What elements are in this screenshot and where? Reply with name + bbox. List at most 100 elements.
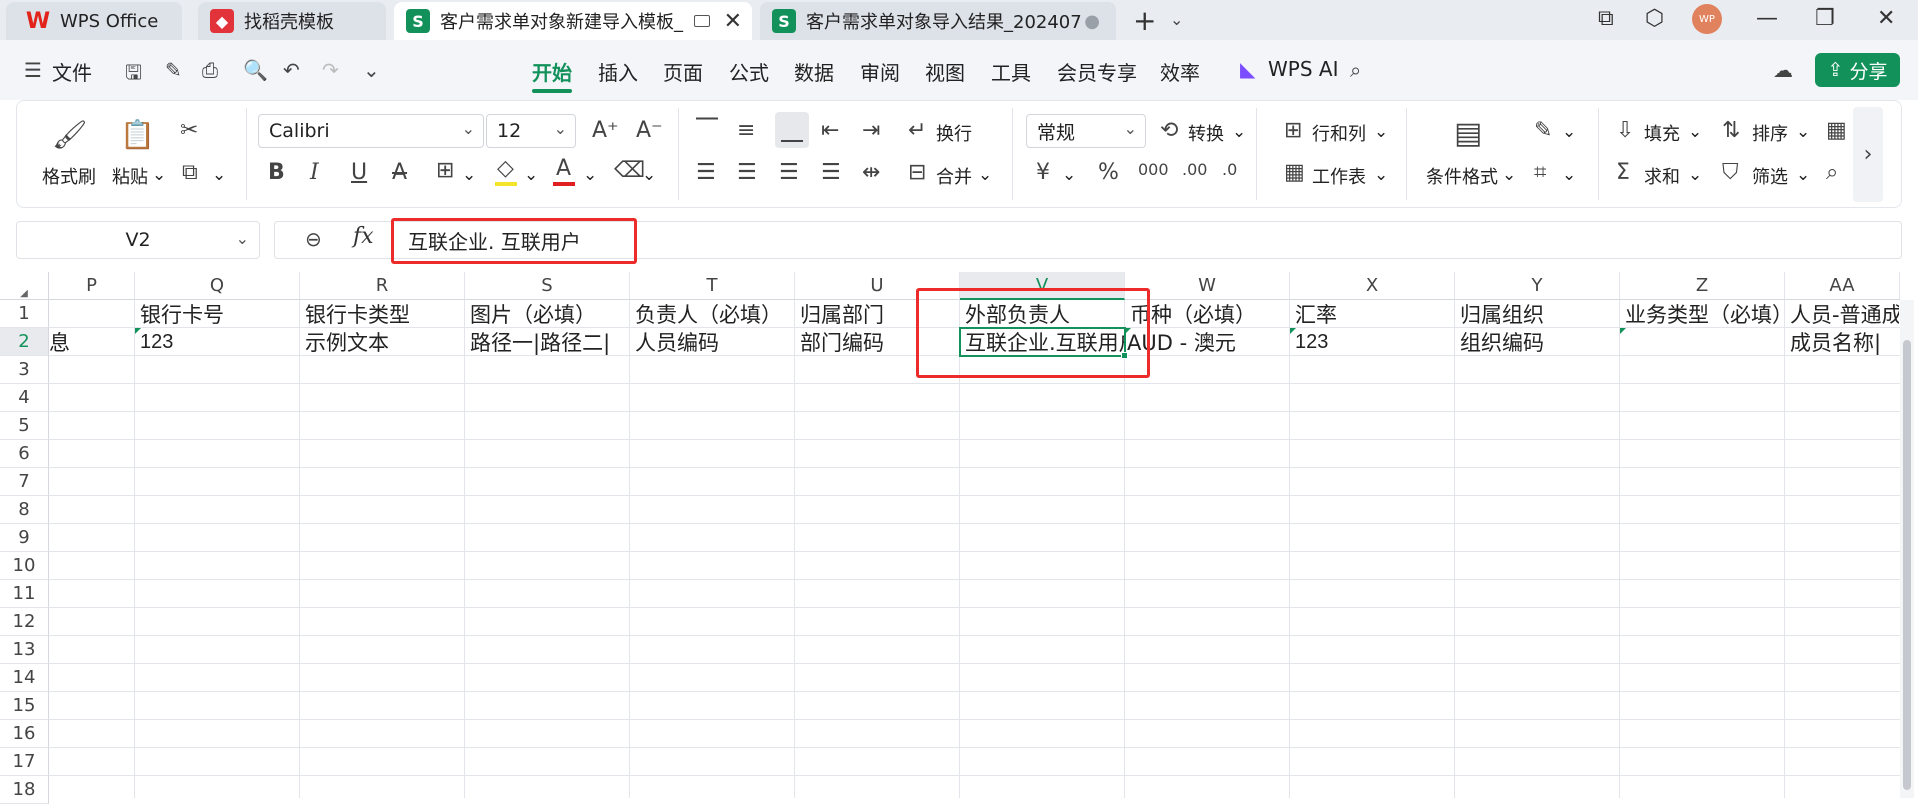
cell-X2[interactable]: 123 bbox=[1290, 328, 1454, 356]
cell-Q1[interactable]: 银行卡号 bbox=[135, 300, 299, 328]
convert-icon[interactable]: ⟲ bbox=[1160, 118, 1178, 143]
conditional-format-icon[interactable]: ▤ bbox=[1454, 116, 1482, 151]
cube-icon[interactable]: ⬡ bbox=[1645, 6, 1664, 31]
cell-AA1[interactable]: 人员-普通成 bbox=[1785, 300, 1899, 328]
fill-icon[interactable]: ⇩ bbox=[1616, 118, 1634, 143]
align-center-icon[interactable]: ☰ bbox=[737, 160, 757, 185]
column-header-Q[interactable]: Q bbox=[135, 272, 300, 300]
search-icon[interactable]: ⌕ bbox=[1350, 58, 1361, 82]
column-header-P[interactable]: P bbox=[49, 272, 135, 300]
find-icon[interactable]: ⌕ bbox=[1826, 160, 1838, 185]
cell-P2[interactable]: 息 bbox=[49, 328, 134, 356]
merge-label[interactable]: 合并 bbox=[936, 163, 972, 189]
scrollbar-thumb[interactable] bbox=[1903, 340, 1911, 790]
paste-chevron-icon[interactable]: ⌄ bbox=[152, 165, 166, 185]
decrease-indent-icon[interactable]: ⇤ bbox=[821, 118, 839, 143]
tab-dot-icon[interactable]: ● bbox=[1084, 11, 1100, 32]
chevron-down-icon[interactable]: ⌄ bbox=[1170, 10, 1183, 29]
save-icon[interactable]: 🖫 bbox=[125, 58, 142, 92]
edit-icon[interactable]: ✎ bbox=[165, 58, 182, 82]
convert-label[interactable]: 转换 bbox=[1188, 120, 1224, 146]
column-header-S[interactable]: S bbox=[465, 272, 630, 300]
select-all-corner[interactable]: ◢ bbox=[0, 272, 49, 300]
underline-icon[interactable]: U bbox=[351, 160, 367, 185]
row-header[interactable]: 18 bbox=[0, 776, 49, 804]
paste-label[interactable]: 粘贴 bbox=[112, 163, 148, 189]
menu-home[interactable]: 开始 bbox=[532, 57, 572, 86]
align-middle-icon[interactable]: ≡ bbox=[737, 118, 755, 143]
increase-font-icon[interactable]: A⁺ bbox=[592, 118, 619, 143]
menu-page[interactable]: 页面 bbox=[663, 57, 703, 86]
sum-chevron-icon[interactable]: ⌄ bbox=[1688, 165, 1702, 185]
worksheet-chevron-icon[interactable]: ⌄ bbox=[1374, 165, 1388, 185]
font-color-chevron-icon[interactable]: ⌄ bbox=[583, 165, 597, 185]
menu-formula[interactable]: 公式 bbox=[729, 57, 769, 86]
row-header[interactable]: 17 bbox=[0, 748, 49, 776]
menu-tools[interactable]: 工具 bbox=[991, 57, 1031, 86]
menu-view[interactable]: 视图 bbox=[925, 57, 965, 86]
tab-import-result[interactable]: S 客户需求单对象导入结果_202407 ● bbox=[760, 2, 1116, 40]
borders-icon[interactable]: ⊞ bbox=[436, 158, 454, 183]
menu-insert[interactable]: 插入 bbox=[598, 57, 638, 86]
avatar[interactable]: WP bbox=[1692, 4, 1722, 34]
italic-icon[interactable]: I bbox=[310, 160, 319, 185]
menu-member[interactable]: 会员专享 bbox=[1057, 57, 1137, 86]
column-header-Z[interactable]: Z bbox=[1620, 272, 1785, 300]
number-format-select[interactable]: 常规 ⌄ bbox=[1026, 114, 1146, 148]
highlight-icon[interactable]: ◇ bbox=[497, 156, 514, 181]
currency-icon[interactable]: ¥ bbox=[1036, 160, 1050, 185]
worksheet-icon[interactable]: ▦ bbox=[1284, 160, 1305, 185]
align-right-icon[interactable]: ☰ bbox=[779, 160, 799, 185]
cell-Y2[interactable]: 组织编码 bbox=[1455, 328, 1619, 356]
row-header[interactable]: 6 bbox=[0, 440, 49, 468]
sum-icon[interactable]: Σ bbox=[1616, 160, 1630, 185]
tab-docer-templates[interactable]: ◆ 找稻壳模板 bbox=[198, 2, 386, 40]
bold-icon[interactable]: B bbox=[268, 160, 285, 185]
row-header[interactable]: 1 bbox=[0, 300, 49, 328]
row-header[interactable]: 3 bbox=[0, 356, 49, 384]
percent-icon[interactable]: % bbox=[1098, 160, 1119, 185]
cell-T1[interactable]: 负责人（必填） bbox=[630, 300, 794, 328]
borders-chevron-icon[interactable]: ⌄ bbox=[462, 165, 476, 185]
row-header[interactable]: 14 bbox=[0, 664, 49, 692]
thousands-icon[interactable]: 000 bbox=[1138, 160, 1169, 179]
cut-icon[interactable]: ✂ bbox=[180, 118, 198, 143]
more-chevron-icon[interactable]: ⌄ bbox=[363, 58, 380, 82]
name-box[interactable]: V2 ⌄ bbox=[16, 221, 260, 259]
row-header[interactable]: 4 bbox=[0, 384, 49, 412]
paste-icon[interactable]: 📋 bbox=[120, 118, 155, 151]
undo-icon[interactable]: ↶ bbox=[283, 58, 300, 82]
tab-import-template[interactable]: S 客户需求单对象新建导入模板_ ✕ bbox=[394, 2, 752, 40]
fill-label[interactable]: 填充 bbox=[1644, 120, 1680, 146]
convert-chevron-icon[interactable]: ⌄ bbox=[1232, 122, 1246, 142]
column-header-T[interactable]: T bbox=[630, 272, 795, 300]
fill-chevron-icon[interactable]: ⌄ bbox=[1688, 122, 1702, 142]
cell-Q2[interactable]: 123 bbox=[135, 328, 299, 356]
justify-icon[interactable]: ☰ bbox=[821, 160, 841, 185]
sort-icon[interactable]: ⇅ bbox=[1722, 118, 1740, 143]
merge-chevron-icon[interactable]: ⌄ bbox=[978, 165, 992, 185]
menu-review[interactable]: 审阅 bbox=[860, 57, 900, 86]
cell-R2[interactable]: 示例文本 bbox=[300, 328, 464, 356]
fx-icon[interactable]: fx bbox=[353, 224, 374, 249]
row-header[interactable]: 11 bbox=[0, 580, 49, 608]
row-header[interactable]: 10 bbox=[0, 552, 49, 580]
font-name-select[interactable]: Calibri ⌄ bbox=[258, 114, 484, 148]
increase-decimal-icon[interactable]: .00 bbox=[1182, 160, 1207, 179]
share-button[interactable]: ⇪ 分享 bbox=[1815, 53, 1900, 87]
clear-format-icon[interactable]: ⌫ bbox=[614, 158, 645, 183]
redo-icon[interactable]: ↷ bbox=[322, 58, 339, 82]
cell-T2[interactable]: 人员编码 bbox=[630, 328, 794, 356]
format-painter-icon[interactable]: 🖌 bbox=[52, 118, 88, 151]
zoom-icon[interactable]: ⊖ bbox=[305, 227, 322, 251]
increase-indent-icon[interactable]: ⇥ bbox=[862, 118, 880, 143]
cell-R1[interactable]: 银行卡类型 bbox=[300, 300, 464, 328]
merge-icon[interactable]: ⊟ bbox=[908, 160, 926, 185]
close-window-icon[interactable]: ✕ bbox=[1877, 6, 1895, 31]
print-preview-icon[interactable]: 🔍 bbox=[243, 58, 268, 82]
distributed-icon[interactable]: ⇹ bbox=[862, 160, 880, 185]
row-col-icon[interactable]: ⊞ bbox=[1284, 118, 1302, 143]
row-header[interactable]: 9 bbox=[0, 524, 49, 552]
minimize-icon[interactable]: — bbox=[1756, 6, 1778, 31]
vertical-scrollbar[interactable] bbox=[1900, 300, 1914, 798]
